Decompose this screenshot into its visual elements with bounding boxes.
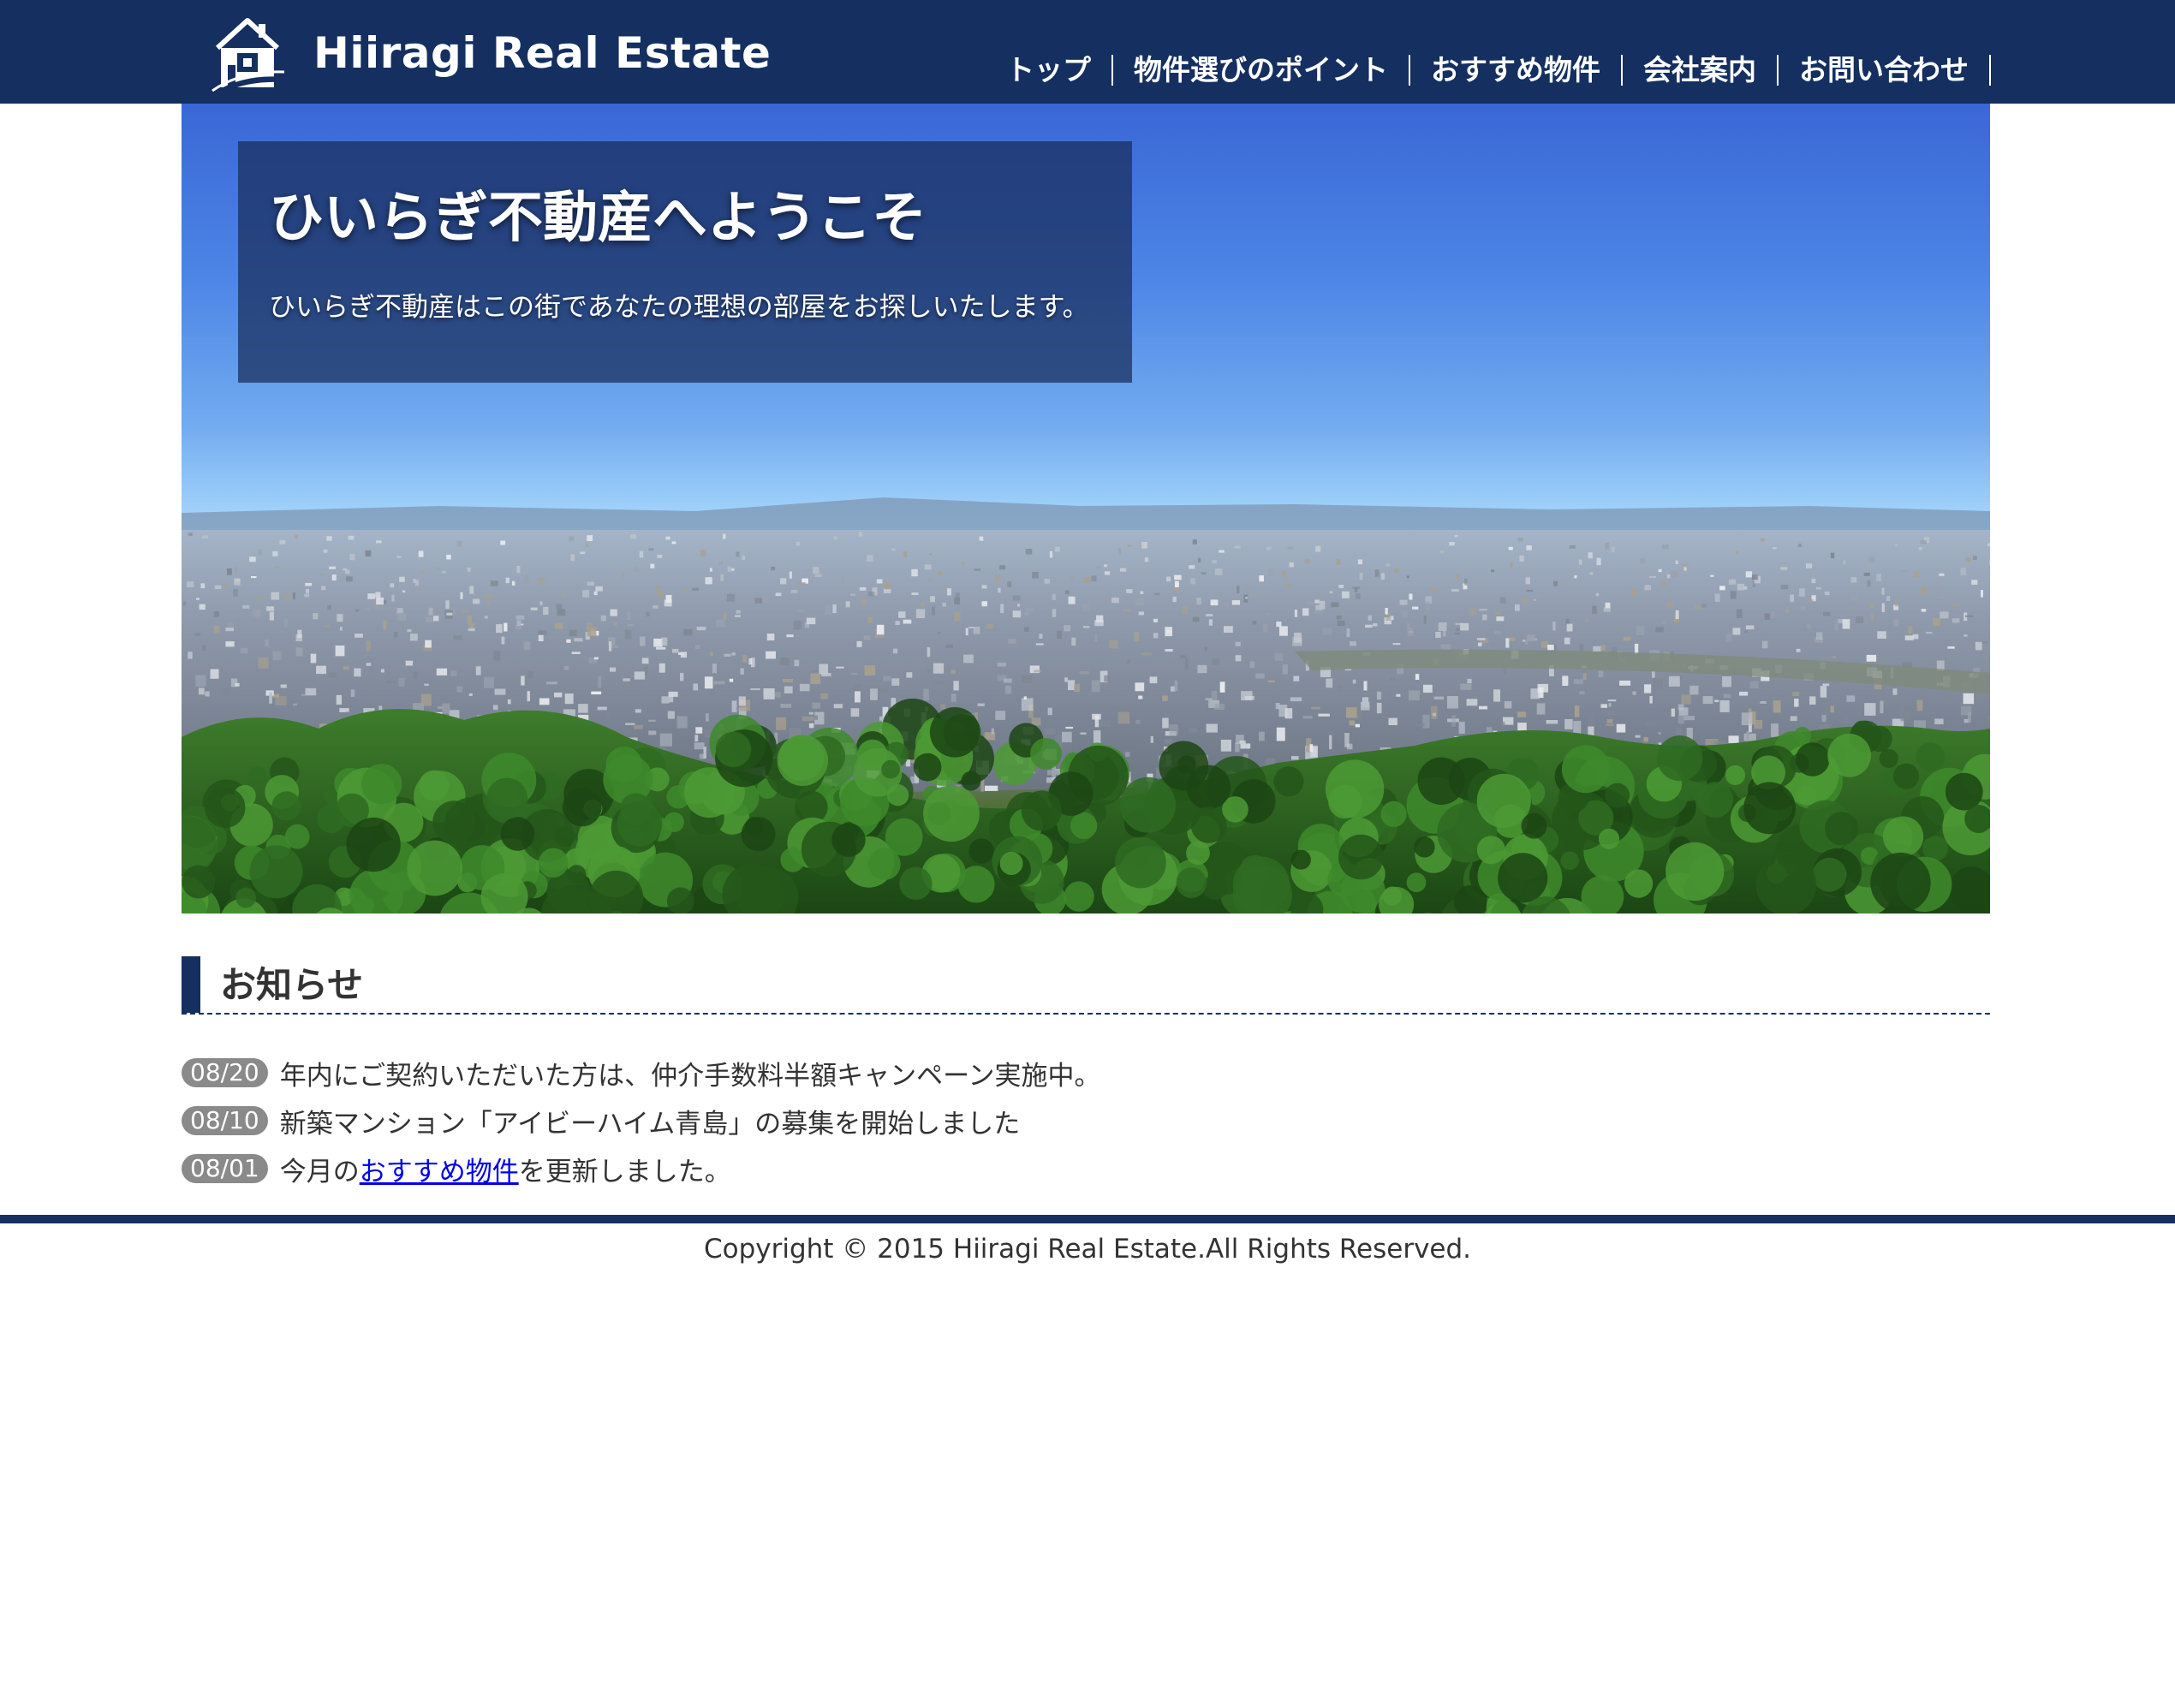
logo-text: Hiiragi Real Estate [313,27,772,78]
hero-banner: ひいらぎ不動産へようこそ ひいらぎ不動産はこの街であなたの理想の部屋をお探しいた… [182,104,1990,914]
news-list: 08/20 年内にご契約いただいた方は、仲介手数料半額キャンペーン実施中。 08… [182,1049,1101,1193]
news-item: 08/10 新築マンション「アイビーハイム青島」の募集を開始しました [182,1097,1101,1145]
news-text: 新築マンション「アイビーハイム青島」の募集を開始しました [279,1108,1021,1140]
news-date-badge: 08/20 [182,1058,268,1087]
news-item: 08/01 今月のおすすめ物件を更新しました。 [182,1145,1101,1193]
nav-item-recommended[interactable]: おすすめ物件 [1410,55,1623,86]
news-section-heading: お知らせ [182,956,1990,1015]
news-heading: お知らせ [220,964,364,1006]
nav-item-top[interactable]: トップ [986,55,1113,86]
heading-accent-bar [182,956,200,1013]
site-logo[interactable]: Hiiragi Real Estate [209,12,771,93]
nav-item-points[interactable]: 物件選びのポイント [1113,55,1410,86]
news-date-badge: 08/10 [182,1106,268,1135]
nav-item-contact[interactable]: お問い合わせ [1779,55,1991,86]
recommended-properties-link[interactable]: おすすめ物件 [360,1157,519,1187]
hero-title: ひいらぎ不動産へようこそ [269,187,927,250]
news-text-suffix: を更新しました。 [518,1156,731,1187]
nav-item-company[interactable]: 会社案内 [1623,55,1779,86]
hero-subtitle: ひいらぎ不動産はこの街であなたの理想の部屋をお探しいたします。 [269,292,1089,323]
house-logo-icon [212,17,285,92]
news-text-prefix: 今月の [279,1156,360,1187]
footer-divider [0,1215,2175,1223]
footer-copyright: Copyright © 2015 Hiiragi Real Estate.All… [703,1234,1472,1265]
main-nav: トップ 物件選びのポイント おすすめ物件 会社案内 お問い合わせ [986,50,1991,91]
news-text: 今月のおすすめ物件を更新しました。 [280,1150,731,1188]
site-header: Hiiragi Real Estate トップ 物件選びのポイント おすすめ物件… [0,0,2175,104]
hero-welcome-panel: ひいらぎ不動産へようこそ ひいらぎ不動産はこの街であなたの理想の部屋をお探しいた… [238,141,1132,383]
news-text: 年内にご契約いただいた方は、仲介手数料半額キャンペーン実施中。 [279,1060,1101,1092]
news-date-badge: 08/01 [182,1154,268,1183]
news-item: 08/20 年内にご契約いただいた方は、仲介手数料半額キャンペーン実施中。 [182,1049,1101,1097]
